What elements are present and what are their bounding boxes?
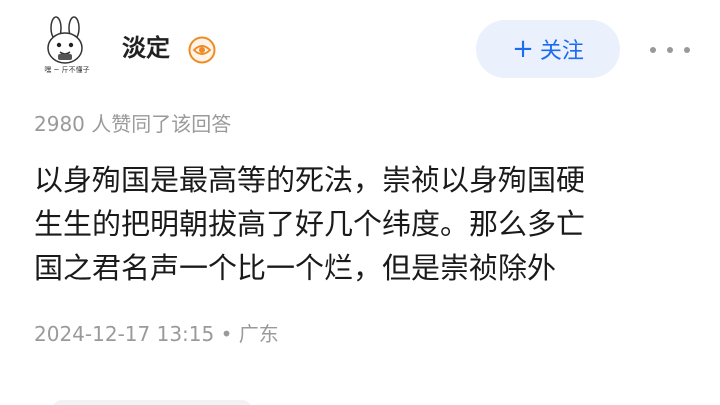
follow-button[interactable]: + 关注 bbox=[476, 20, 620, 78]
author-header: 嘿 ~ 斤不懂子 淡定 + 关注 bbox=[0, 0, 720, 100]
follow-label: 关注 bbox=[539, 39, 584, 64]
avatar-caption: 嘿 ~ 斤不懂子 bbox=[44, 66, 90, 74]
plus-icon: + bbox=[512, 34, 534, 64]
more-options-button[interactable] bbox=[650, 36, 690, 64]
author-avatar[interactable]: 嘿 ~ 斤不懂子 bbox=[34, 14, 100, 80]
answer-line: 生生的把明朝拔高了好几个纬度。那么多亡 bbox=[34, 207, 586, 241]
meta-separator: • bbox=[220, 322, 233, 346]
eye-badge-icon[interactable] bbox=[188, 36, 216, 64]
author-username[interactable]: 淡定 bbox=[122, 33, 170, 63]
answer-line: 以身殉国是最高等的死法，崇祯以身殉国硬 bbox=[34, 163, 586, 197]
answer-body[interactable]: 以身殉国是最高等的死法，崇祯以身殉国硬 生生的把明朝拔高了好几个纬度。那么多亡 … bbox=[34, 158, 694, 290]
answer-meta: 2024-12-17 13:15 • 广东 bbox=[34, 320, 279, 348]
more-dots-icon bbox=[650, 47, 656, 53]
answer-date: 2024-12-17 13:15 bbox=[34, 322, 215, 346]
more-dots-icon bbox=[684, 47, 690, 53]
likes-count-text: 2980 人赞同了该回答 bbox=[34, 112, 232, 136]
more-dots-icon bbox=[667, 47, 673, 53]
comment-input-pill[interactable] bbox=[52, 400, 252, 405]
answer-line: 国之君名声一个比一个烂，但是崇祯除外 bbox=[34, 251, 557, 285]
answer-location: 广东 bbox=[238, 322, 279, 346]
answer-card: 嘿 ~ 斤不懂子 淡定 + 关注 2980 人赞同了该回答 以身殉国是最高等的死… bbox=[0, 0, 720, 405]
action-bar bbox=[0, 392, 720, 405]
